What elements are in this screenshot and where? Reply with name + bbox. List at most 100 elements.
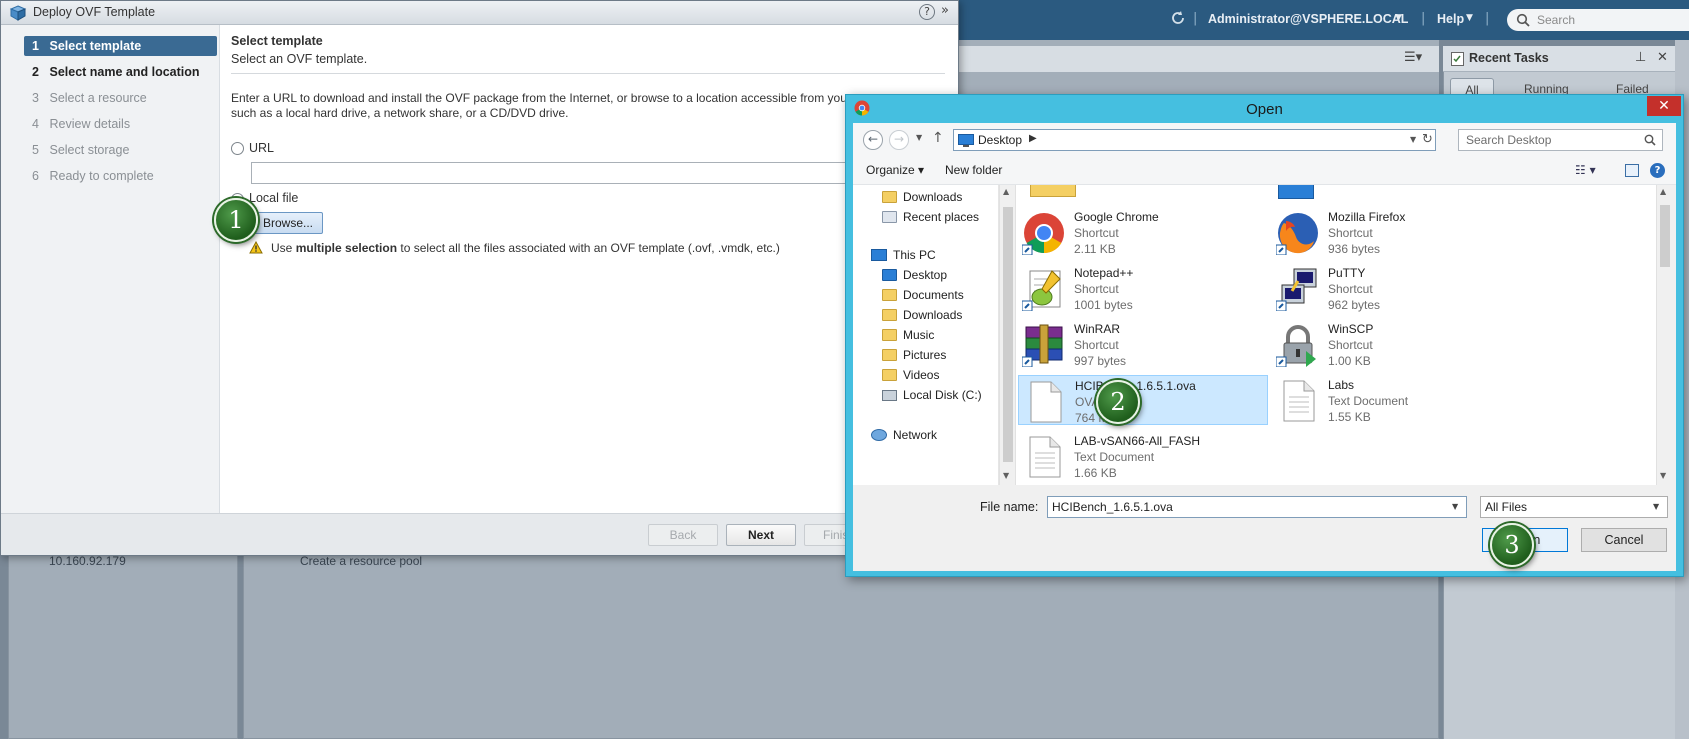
description-line-2: such as a local hard drive, a network sh…	[231, 106, 569, 120]
forward-arrow-icon[interactable]: →	[889, 130, 909, 150]
file-item[interactable]: Labs Text Document 1.55 KB	[1272, 375, 1522, 425]
tree-item-network[interactable]: Network	[871, 425, 937, 445]
search-placeholder: Search	[1537, 13, 1576, 27]
separator: |	[1193, 11, 1198, 26]
tree-item-documents[interactable]: Documents	[882, 285, 964, 305]
tree-item-desktop[interactable]: Desktop	[882, 265, 947, 285]
scroll-down-icon[interactable]: ▼	[1003, 471, 1009, 480]
address-row: ← → ▼ ↑ Desktop ▶ ▼ ↻ Search Desktop	[853, 123, 1676, 157]
step-subheading: Select an OVF template.	[231, 52, 368, 66]
tree-item-downloads-pc[interactable]: Downloads	[882, 305, 962, 325]
pin-icon[interactable]: ⊥	[1635, 50, 1646, 65]
cancel-button[interactable]: Cancel	[1581, 528, 1667, 552]
url-label: URL	[249, 141, 275, 155]
tree-item-pictures[interactable]: Pictures	[882, 345, 946, 365]
new-folder-button[interactable]: New folder	[945, 163, 1002, 177]
file-name-label: File name:	[980, 500, 1039, 514]
search-desktop-input[interactable]: Search Desktop	[1458, 129, 1663, 151]
close-icon[interactable]: ✕	[1657, 50, 1668, 65]
scroll-up-icon[interactable]: ▲	[1660, 187, 1666, 196]
search-placeholder: Search Desktop	[1466, 133, 1552, 147]
warning-icon	[249, 240, 263, 257]
step-select-template[interactable]: 1 Select template	[24, 36, 217, 56]
user-menu[interactable]: Administrator@VSPHERE.LOCAL	[1208, 12, 1408, 26]
list-menu-icon[interactable]: ☰▾	[1404, 50, 1422, 65]
file-item[interactable]: Notepad++ Shortcut 1001 bytes	[1018, 263, 1268, 313]
chevron-down-icon[interactable]: ▼	[1653, 502, 1659, 511]
chevron-down-icon[interactable]: ▼	[1410, 135, 1416, 144]
file-list-scrollbar[interactable]: ▲ ▼	[1656, 185, 1673, 485]
open-title-bar: Open ✕	[846, 95, 1683, 123]
drive-icon	[882, 390, 897, 401]
file-item-selected[interactable]: HCIBench_1.6.5.1.ova OVA File 764 MB	[1018, 375, 1268, 425]
file-list: Google Chrome Shortcut 2.11 KB Mozilla F…	[1016, 185, 1656, 485]
vsphere-pane-toolbar: ☰▾	[959, 46, 1439, 72]
scroll-thumb[interactable]	[1660, 205, 1670, 267]
back-arrow-icon[interactable]: ←	[863, 130, 883, 150]
tree-item-local-disk[interactable]: Local Disk (C:)	[882, 385, 982, 405]
file-type-select[interactable]: All Files ▼	[1480, 496, 1668, 518]
ovf-template-icon	[9, 5, 27, 24]
wizard-steps-nav: 1 Select template 2 Select name and loca…	[1, 25, 220, 513]
tree-item-videos[interactable]: Videos	[882, 365, 939, 385]
file-item[interactable]: WinRAR Shortcut 997 bytes	[1018, 319, 1268, 369]
up-arrow-icon[interactable]: ↑	[932, 130, 944, 146]
open-file-dialog: Open ✕ ← → ▼ ↑ Desktop ▶ ▼ ↻ Search Desk…	[845, 94, 1684, 577]
global-search-input[interactable]: Search	[1507, 9, 1689, 31]
refresh-icon[interactable]: ↻	[1422, 132, 1433, 147]
scroll-thumb[interactable]	[1003, 207, 1013, 462]
file-item[interactable]: Mozilla Firefox Shortcut 936 bytes	[1272, 207, 1522, 257]
file-item[interactable]: PuTTY Shortcut 962 bytes	[1272, 263, 1522, 313]
folder-icon	[882, 369, 897, 381]
tree-scrollbar[interactable]: ▲ ▼	[999, 185, 1016, 485]
inventory-host-item[interactable]: 10.160.92.179	[49, 554, 126, 568]
ovf-dialog-title: Deploy OVF Template	[33, 5, 156, 19]
url-input[interactable]	[251, 162, 861, 184]
step-select-storage: 5 Select storage	[32, 143, 130, 157]
tree-item-recent-places[interactable]: Recent places	[882, 207, 979, 227]
file-name-input[interactable]: HCIBench_1.6.5.1.ova ▼	[1047, 496, 1467, 518]
address-bar[interactable]: Desktop ▶ ▼ ↻	[953, 129, 1436, 151]
scroll-up-icon[interactable]: ▲	[1003, 187, 1009, 196]
organize-menu[interactable]: Organize ▾	[866, 163, 924, 177]
text-doc-icon	[1022, 435, 1066, 479]
back-button[interactable]: Back	[648, 524, 718, 546]
firefox-icon	[1275, 211, 1320, 256]
chevron-down-icon[interactable]: ▼	[1452, 502, 1458, 511]
step-marker-3: 3	[1490, 523, 1534, 567]
refresh-icon[interactable]	[1170, 10, 1186, 29]
step-review-details: 4 Review details	[32, 117, 131, 131]
document-icon	[1023, 380, 1067, 424]
help-menu[interactable]: Help	[1437, 12, 1464, 26]
file-item[interactable]: Google Chrome Shortcut 2.11 KB	[1018, 207, 1268, 257]
file-item[interactable]: LAB-vSAN66-All_FASH Text Document 1.66 K…	[1018, 431, 1268, 481]
tree-item-this-pc[interactable]: This PC	[871, 245, 936, 265]
create-resource-pool-link[interactable]: Create a resource pool	[300, 554, 422, 568]
tree-item-downloads[interactable]: Downloads	[882, 187, 962, 207]
step-select-name-location[interactable]: 2 Select name and location	[24, 62, 217, 82]
view-options-icon[interactable]: ☷ ▾	[1575, 163, 1596, 177]
chevron-down-icon[interactable]: ▼	[916, 133, 922, 142]
file-item[interactable]: WinSCP Shortcut 1.00 KB	[1272, 319, 1522, 369]
search-icon	[1644, 134, 1656, 149]
scroll-down-icon[interactable]: ▼	[1660, 471, 1666, 480]
file-type-value: All Files	[1485, 500, 1528, 514]
recent-tasks-header: Recent Tasks ⊥ ✕	[1443, 46, 1675, 72]
chevron-right-icon[interactable]: ▶	[1029, 133, 1037, 144]
winrar-icon	[1021, 323, 1066, 368]
multiple-selection-hint: Use multiple selection to select all the…	[271, 241, 780, 255]
tree-item-music[interactable]: Music	[882, 325, 934, 345]
browse-button[interactable]: Browse...	[253, 212, 323, 234]
url-radio[interactable]	[231, 142, 244, 155]
help-icon[interactable]: ?	[1650, 163, 1665, 178]
help-icon[interactable]: ?	[919, 4, 935, 20]
separator: |	[1421, 11, 1426, 26]
search-icon	[1516, 13, 1530, 30]
desktop-icon	[958, 134, 974, 150]
chevron-down-icon: ▼	[1466, 13, 1473, 23]
preview-pane-icon[interactable]	[1625, 164, 1639, 177]
close-button[interactable]: ✕	[1647, 96, 1681, 116]
next-button[interactable]: Next	[726, 524, 796, 546]
expand-icon[interactable]: »	[941, 3, 949, 18]
open-dialog-body: ← → ▼ ↑ Desktop ▶ ▼ ↻ Search Desktop Org…	[853, 123, 1676, 571]
